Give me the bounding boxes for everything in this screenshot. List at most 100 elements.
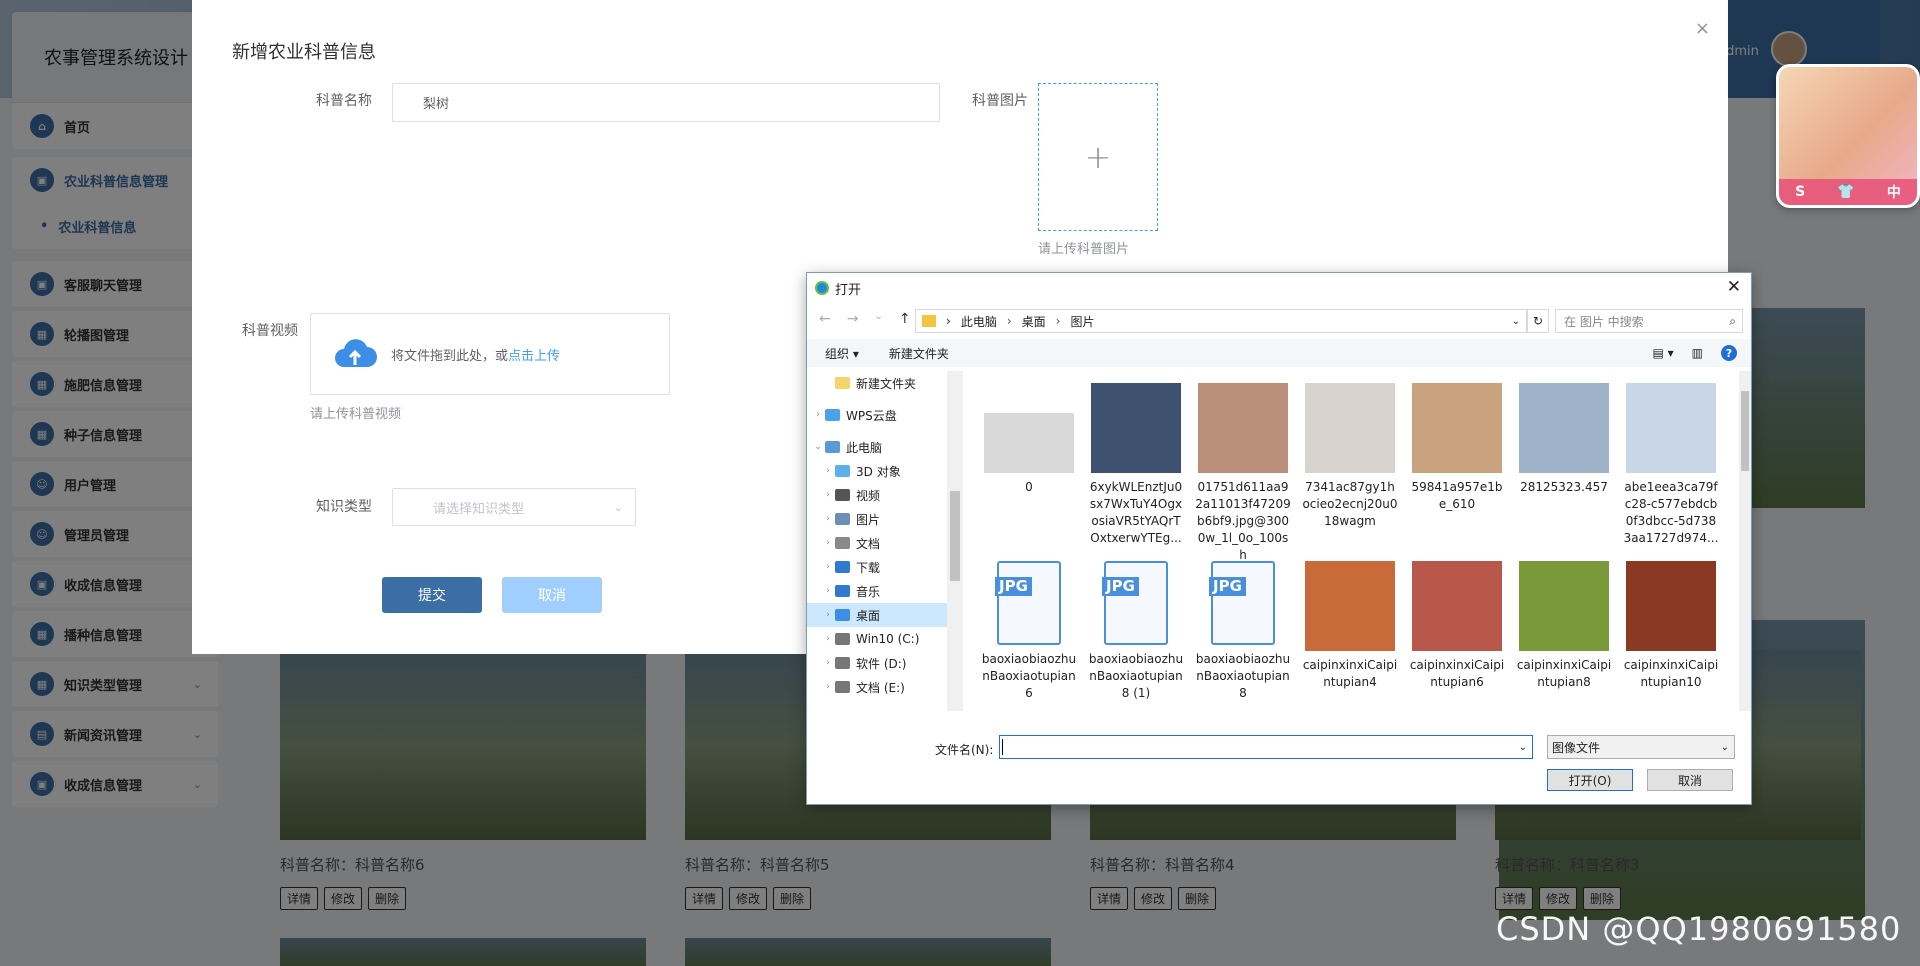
file-item[interactable]: abe1eea3ca79fc28-c577ebdcb0f3dbcc-5d7383… xyxy=(1623,383,1719,547)
file-item[interactable]: JPG baoxiaobiaozhunBaoxiaotupian6 xyxy=(981,561,1077,702)
view-options-icon[interactable]: ▤ ▾ xyxy=(1652,346,1673,360)
tree-item[interactable]: › 图片 xyxy=(807,507,963,531)
breadcrumb-item[interactable]: 图片 xyxy=(1070,313,1094,330)
file-item[interactable]: 01751d611aa92a11013f47209b6bf9.jpg@3000w… xyxy=(1195,383,1291,564)
file-item[interactable]: JPG baoxiaobiaozhunBaoxiaotupian8 (1) xyxy=(1088,561,1184,702)
file-item[interactable]: caipinxinxiCaipintupian6 xyxy=(1409,561,1505,691)
dialog-title: 新增农业科普信息 xyxy=(232,42,376,63)
file-item[interactable]: 0 xyxy=(981,383,1077,496)
tree-item[interactable]: › 文档 (E:) xyxy=(807,675,963,699)
chevron-down-icon[interactable]: ⌄ xyxy=(1512,316,1520,327)
dropdown-icon[interactable]: ⌄ xyxy=(874,311,882,327)
chevron-right-icon[interactable]: › xyxy=(821,586,835,596)
new-folder-button[interactable]: 新建文件夹 xyxy=(889,345,949,362)
tree-item[interactable]: › 音乐 xyxy=(807,579,963,603)
file-name: caipinxinxiCaipintupian10 xyxy=(1623,658,1719,689)
chevron-right-icon[interactable]: › xyxy=(821,682,835,692)
cancel-button[interactable]: 取消 xyxy=(502,577,602,613)
view-controls: ▤ ▾ ▥ ? xyxy=(1652,345,1737,361)
refresh-icon[interactable]: ↻ xyxy=(1527,309,1549,333)
file-item[interactable]: 28125323.457 xyxy=(1516,383,1612,496)
up-icon[interactable]: ↑ xyxy=(899,311,911,327)
image-upload[interactable]: + xyxy=(1038,83,1158,231)
type-placeholder: 请选择知识类型 xyxy=(433,501,525,517)
chevron-right-icon[interactable]: › xyxy=(811,410,825,420)
tree-item[interactable]: › Win10 (C:) xyxy=(807,627,963,651)
file-item[interactable]: 6xykWLEnztJu0sx7WxTuY4OgxosiaVR5tYAQrTOx… xyxy=(1088,383,1184,547)
file-item[interactable]: JPG baoxiaobiaozhunBaoxiaotupian8 xyxy=(1195,561,1291,702)
float-toolbar-item[interactable]: 中 xyxy=(1887,182,1901,202)
file-item[interactable]: 59841a957e1be_610 xyxy=(1409,383,1505,513)
file-scrollbar[interactable] xyxy=(1739,371,1751,711)
video-upload-link[interactable]: 点击上传 xyxy=(508,345,560,364)
preview-pane-icon[interactable]: ▥ xyxy=(1692,346,1703,360)
tree-item[interactable]: › WPS云盘 xyxy=(807,403,963,427)
file-name: caipinxinxiCaipintupian6 xyxy=(1409,658,1505,689)
tree-item[interactable]: › 视频 xyxy=(807,483,963,507)
organize-menu[interactable]: 组织 ▾ xyxy=(825,345,859,362)
chevron-down-icon[interactable]: ⌄ xyxy=(1519,742,1527,753)
file-cancel-button[interactable]: 取消 xyxy=(1647,769,1733,791)
file-item[interactable]: caipinxinxiCaipintupian4 xyxy=(1302,561,1398,691)
breadcrumb-item[interactable]: 桌面 xyxy=(1022,313,1046,330)
filetype-select[interactable]: 图像文件 ⌄ xyxy=(1547,735,1735,759)
file-item[interactable]: 7341ac87gy1hocieo2ecnj20u018wagm xyxy=(1302,383,1398,530)
submit-button[interactable]: 提交 xyxy=(382,577,482,613)
video-upload[interactable]: 将文件拖到此处，或 点击上传 xyxy=(310,313,670,395)
file-name: 6xykWLEnztJu0sx7WxTuY4OgxosiaVR5tYAQrTOx… xyxy=(1089,480,1183,545)
chevron-right-icon[interactable]: › xyxy=(821,514,835,524)
forward-icon[interactable]: → xyxy=(847,311,859,327)
open-button[interactable]: 打开(O) xyxy=(1547,769,1633,791)
help-icon[interactable]: ? xyxy=(1721,345,1737,361)
folder-icon xyxy=(835,585,850,597)
jpg-file-icon: JPG xyxy=(995,561,1061,645)
floating-video-thumbnail[interactable]: S 👕 中 xyxy=(1776,64,1920,208)
file-open-dialog: 打开 ✕ ← → ⌄ ↑ › 此电脑 › 桌面 › 图片 ⌄ ↻ 在 图片 中搜索 ⌕… xyxy=(806,272,1752,805)
video-label: 科普视频 xyxy=(242,323,298,339)
tree-item[interactable]: › 下载 xyxy=(807,555,963,579)
file-item[interactable]: caipinxinxiCaipintupian8 xyxy=(1516,561,1612,691)
folder-icon xyxy=(835,537,850,549)
jpg-file-icon: JPG xyxy=(1209,561,1275,645)
tree-item[interactable]: ›网络 xyxy=(807,707,963,711)
chevron-right-icon[interactable]: › xyxy=(821,538,835,548)
tree-item[interactable]: › 桌面 xyxy=(807,603,963,627)
tree-item[interactable]: › 文档 xyxy=(807,531,963,555)
file-name: caipinxinxiCaipintupian4 xyxy=(1302,658,1398,689)
scrollbar-thumb[interactable] xyxy=(1741,391,1749,471)
type-select[interactable]: 请选择知识类型 ⌄ xyxy=(392,488,636,526)
tree-item[interactable]: 新建文件夹 xyxy=(807,371,963,395)
tree-item-label: 桌面 xyxy=(856,608,881,623)
folder-icon xyxy=(835,489,850,501)
chevron-right-icon[interactable]: › xyxy=(821,610,835,620)
tree-scrollbar[interactable] xyxy=(947,371,963,711)
tree-item[interactable]: › 软件 (D:) xyxy=(807,651,963,675)
chevron-right-icon[interactable]: › xyxy=(821,658,835,668)
file-name: baoxiaobiaozhunBaoxiaotupian6 xyxy=(981,652,1077,700)
nav-buttons: ← → ⌄ ↑ xyxy=(819,311,911,327)
close-icon[interactable]: ✕ xyxy=(1727,277,1741,297)
folder-icon xyxy=(825,441,840,453)
chevron-right-icon[interactable]: › xyxy=(821,490,835,500)
address-bar[interactable]: › 此电脑 › 桌面 › 图片 ⌄ xyxy=(915,309,1527,333)
close-icon[interactable]: × xyxy=(1695,18,1710,39)
name-input[interactable]: 梨树 xyxy=(392,83,940,122)
float-toolbar-item[interactable]: S xyxy=(1795,184,1805,200)
search-input[interactable]: 在 图片 中搜索 ⌕ xyxy=(1555,309,1743,333)
chevron-down-icon[interactable]: ⌄ xyxy=(811,442,825,452)
search-icon: ⌕ xyxy=(1729,313,1736,328)
filename-input[interactable]: ⌄ xyxy=(999,735,1533,759)
scrollbar-thumb[interactable] xyxy=(950,491,960,581)
file-name: baoxiaobiaozhunBaoxiaotupian8 xyxy=(1195,652,1291,700)
file-item[interactable]: caipinxinxiCaipintupian10 xyxy=(1623,561,1719,691)
chevron-right-icon[interactable]: › xyxy=(821,562,835,572)
chevron-right-icon[interactable]: › xyxy=(821,466,835,476)
tree-item[interactable]: › 3D 对象 xyxy=(807,459,963,483)
back-icon[interactable]: ← xyxy=(819,311,831,327)
file-list: 0 6xykWLEnztJu0sx7WxTuY4OgxosiaVR5tYAQrTO… xyxy=(967,371,1737,711)
float-toolbar-item[interactable]: 👕 xyxy=(1837,184,1854,200)
tree-item[interactable]: ⌄ 此电脑 xyxy=(807,435,963,459)
breadcrumb-item[interactable]: 此电脑 xyxy=(961,313,997,330)
file-thumbnail xyxy=(1305,383,1395,473)
chevron-right-icon[interactable]: › xyxy=(821,634,835,644)
